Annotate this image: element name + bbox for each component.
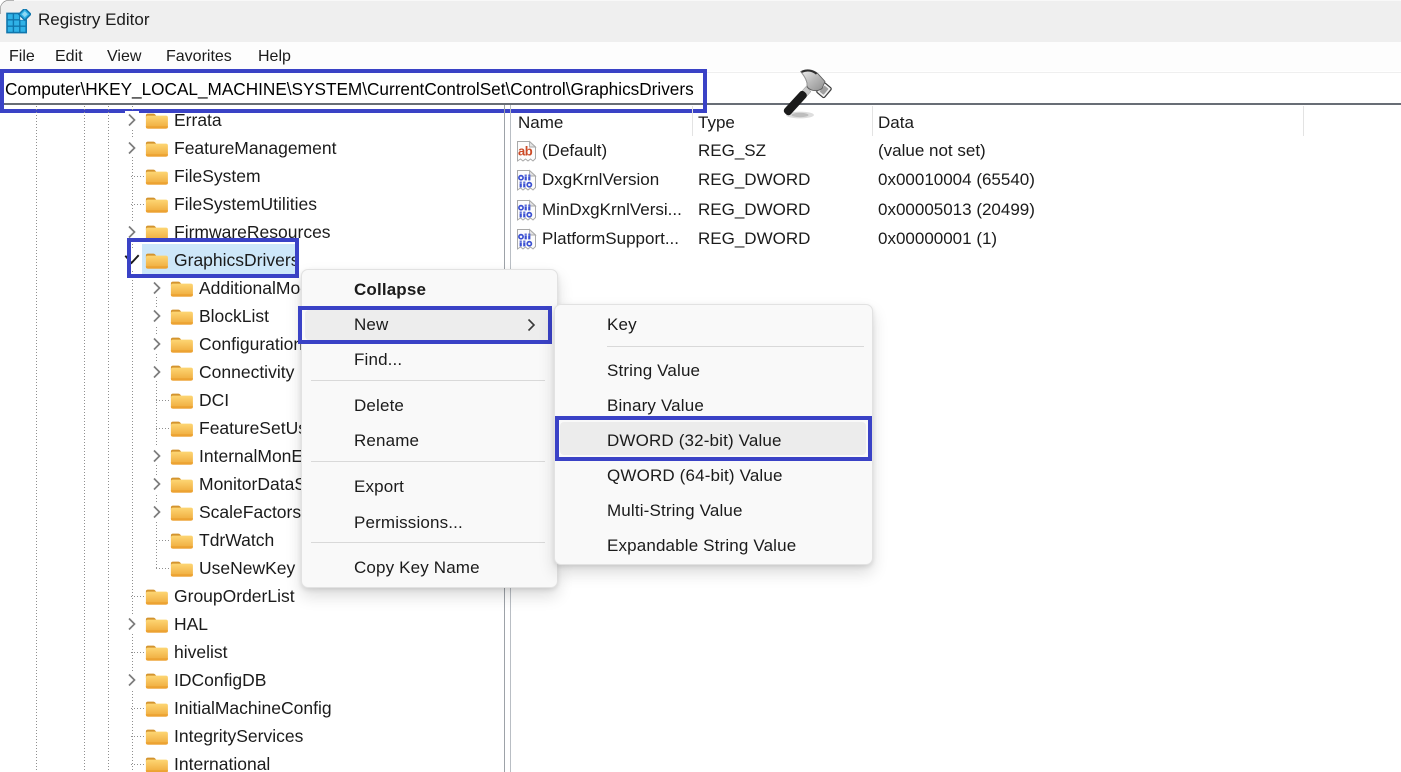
svg-text:ab: ab [518, 143, 533, 158]
